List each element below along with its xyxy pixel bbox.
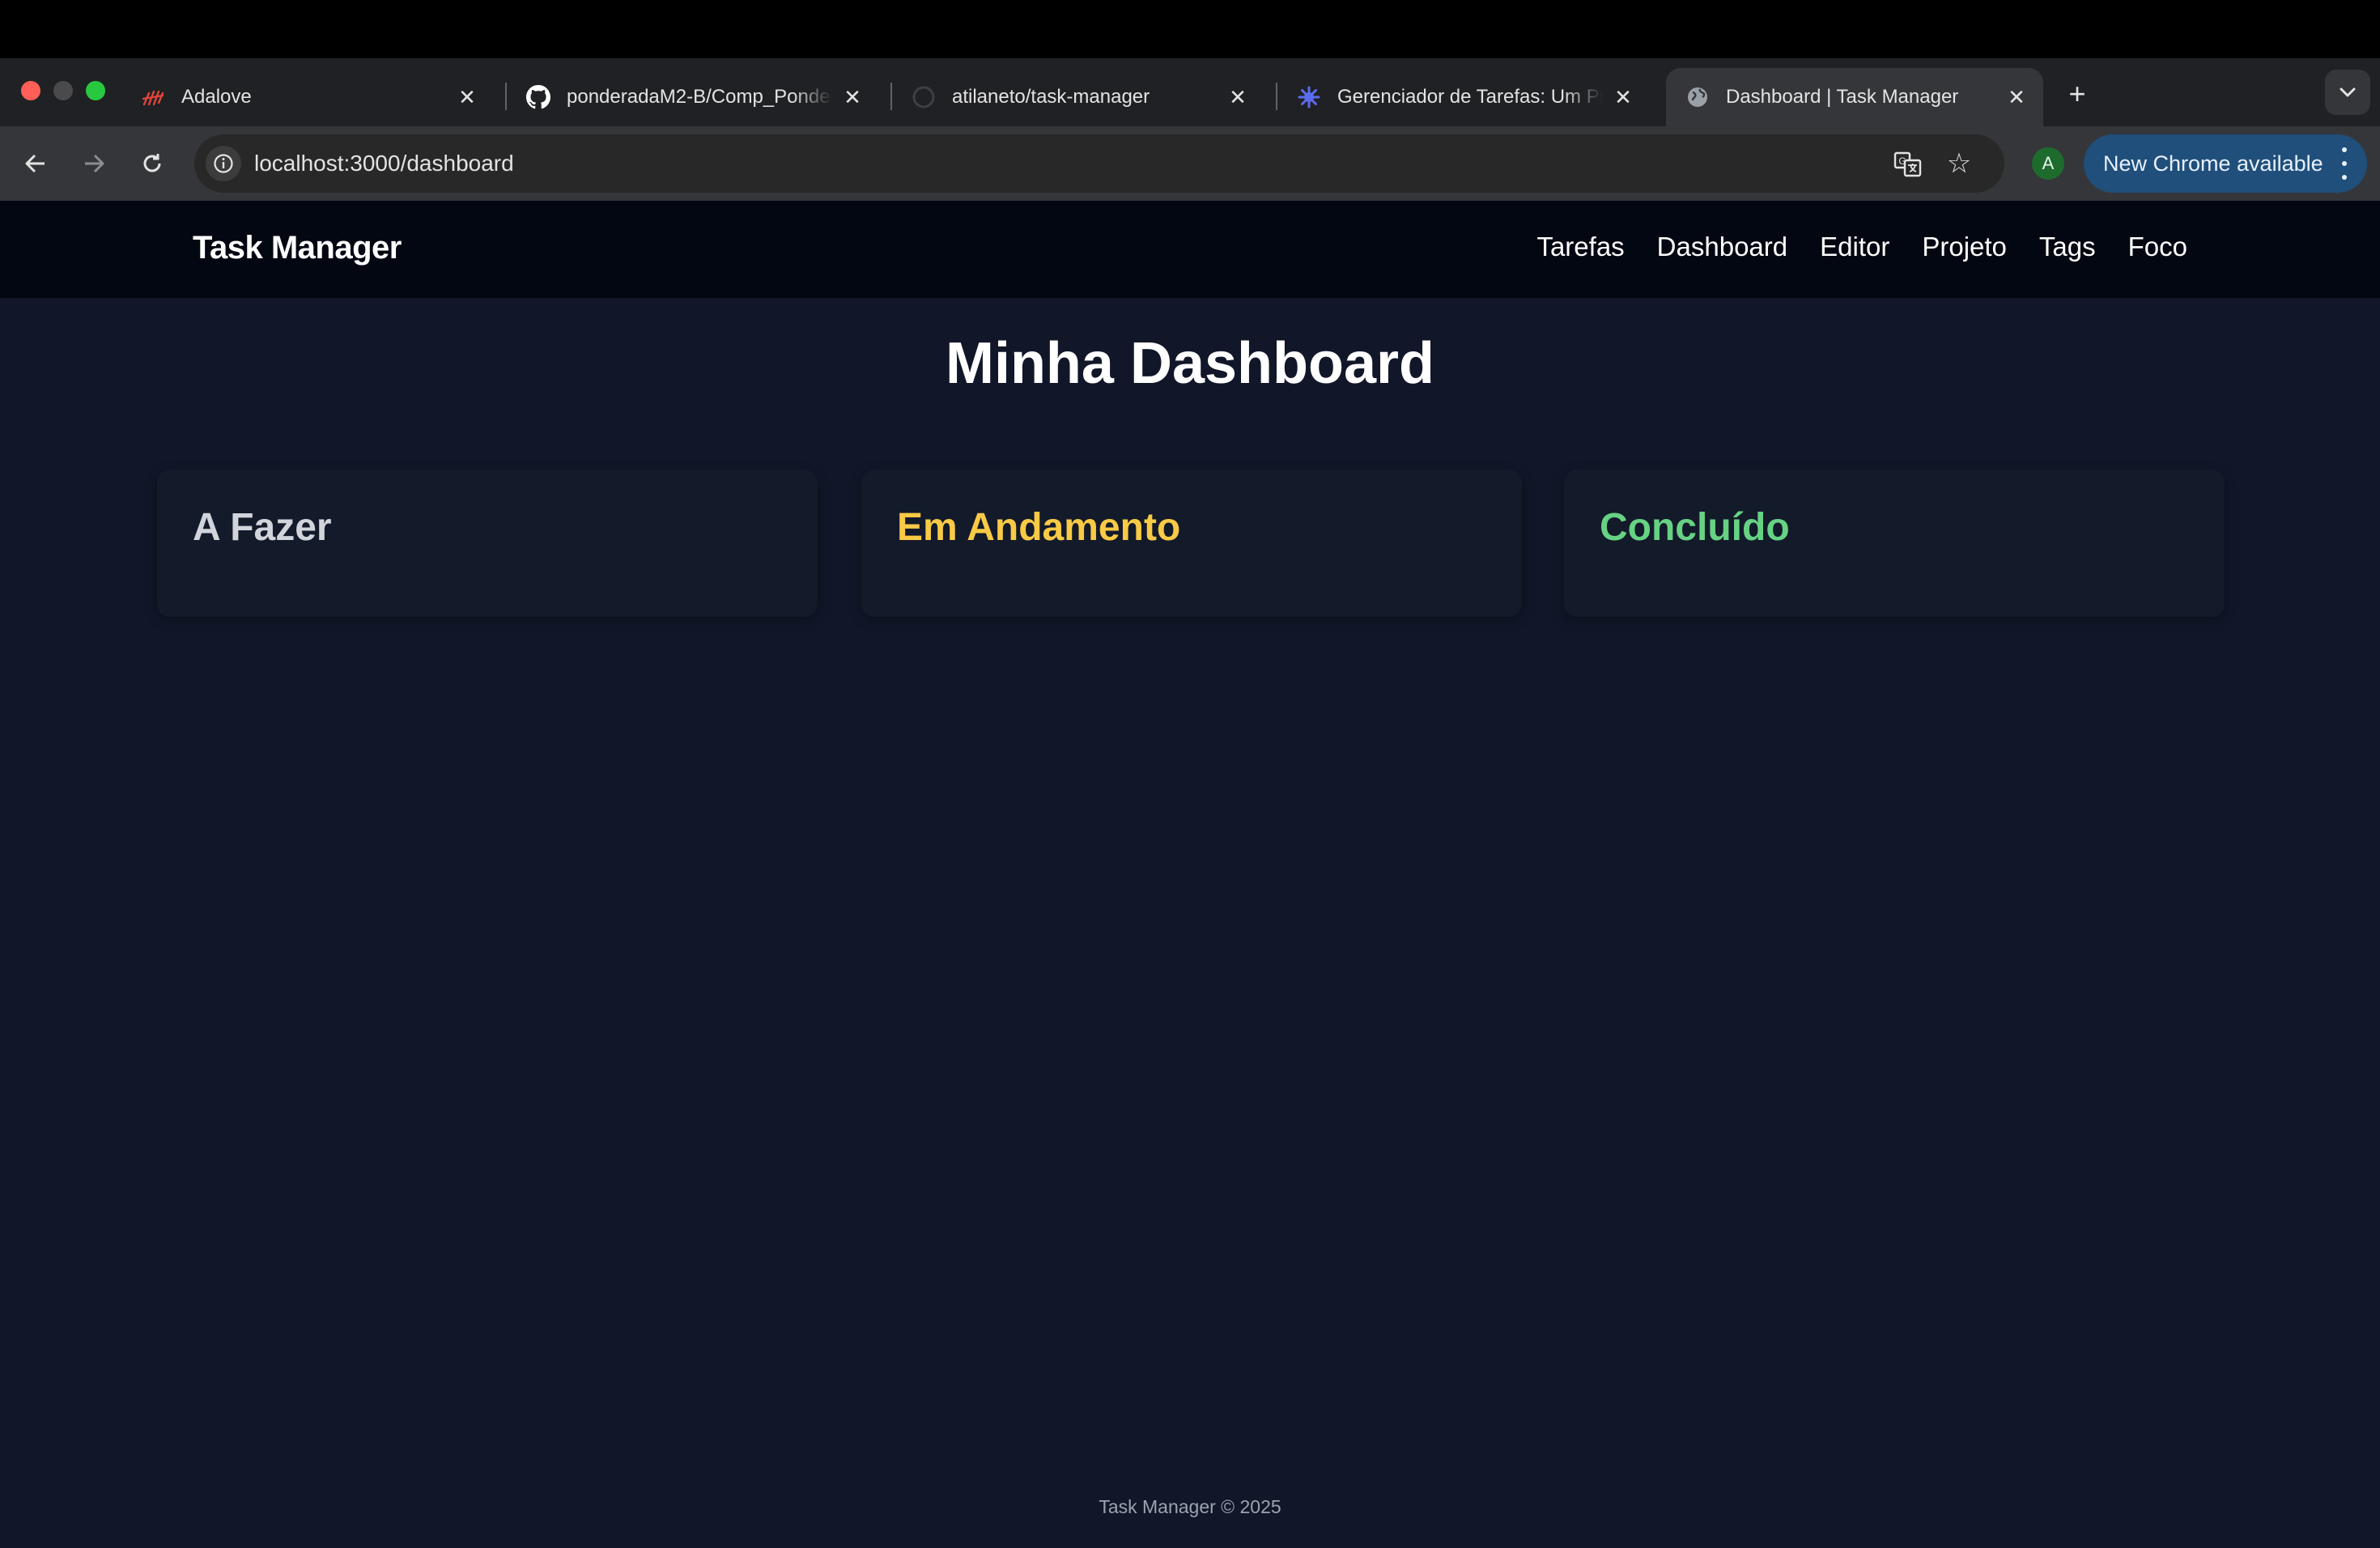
app-navbar: Task Manager Tarefas Dashboard Editor Pr…: [0, 201, 2380, 298]
tab-title: atilaneto/task-manager: [952, 86, 1150, 108]
close-window-button[interactable]: [21, 81, 40, 100]
profile-avatar[interactable]: A: [2032, 147, 2064, 180]
nav-link-foco[interactable]: Foco: [2128, 232, 2187, 262]
nav-link-editor[interactable]: Editor: [1820, 232, 1889, 262]
back-button[interactable]: [15, 142, 57, 185]
chevron-down-icon: [2340, 87, 2356, 97]
adalove-icon: [141, 85, 165, 109]
page-content: Task Manager Tarefas Dashboard Editor Pr…: [0, 201, 2380, 1548]
close-tab-icon[interactable]: ✕: [1611, 85, 1635, 109]
browser-tab[interactable]: ponderadaM2-B/Comp_Ponderada ✕: [507, 68, 879, 126]
page-footer: Task Manager © 2025: [1099, 1496, 1281, 1517]
tab-title: Gerenciador de Tarefas: Um Projeto: [1337, 86, 1603, 108]
address-bar[interactable]: localhost:3000/dashboard G ☆: [194, 134, 2004, 193]
github-icon: [526, 85, 550, 109]
tab-title: Adalove: [181, 86, 252, 108]
tab-title: ponderadaM2-B/Comp_Ponderada: [567, 86, 832, 108]
forward-button[interactable]: [73, 142, 115, 185]
app-brand[interactable]: Task Manager: [193, 230, 402, 266]
translate-icon[interactable]: G: [1893, 149, 1923, 180]
reload-button[interactable]: [131, 142, 173, 185]
arrow-right-icon: [85, 154, 104, 173]
github-icon: [912, 85, 936, 109]
nav-link-tarefas[interactable]: Tarefas: [1536, 232, 1624, 262]
reload-icon: [143, 154, 161, 172]
column-title: A Fazer: [193, 506, 332, 549]
browser-toolbar: localhost:3000/dashboard G ☆ A New Chrom…: [0, 126, 2380, 201]
update-label: New Chrome available: [2103, 151, 2323, 176]
system-menubar: [0, 0, 2380, 58]
browser-tabstrip: Adalove ✕ ponderadaM2-B/Comp_Ponderada ✕…: [0, 58, 2380, 126]
url-text[interactable]: localhost:3000/dashboard: [254, 151, 514, 176]
maximize-window-button[interactable]: [86, 81, 105, 100]
close-tab-icon[interactable]: ✕: [455, 85, 479, 109]
tab-search-button[interactable]: [2325, 70, 2370, 115]
browser-tab[interactable]: Gerenciador de Tarefas: Um Projeto ✕: [1277, 68, 1650, 126]
column-title: Concluído: [1600, 506, 1790, 549]
browser-tab[interactable]: atilaneto/task-manager ✕: [892, 68, 1264, 126]
nav-link-projeto[interactable]: Projeto: [1922, 232, 2007, 262]
nav-links: Tarefas Dashboard Editor Projeto Tags Fo…: [1536, 232, 2187, 262]
column-done: Concluído: [1564, 470, 2225, 617]
arrow-left-icon: [25, 154, 45, 173]
globe-icon: [1685, 85, 1710, 109]
page-title: Minha Dashboard: [945, 331, 1435, 396]
site-info-icon[interactable]: [206, 146, 241, 181]
new-tab-button[interactable]: +: [2061, 77, 2093, 110]
tab-title: Dashboard | Task Manager: [1726, 86, 1959, 108]
column-title: Em Andamento: [897, 506, 1181, 549]
column-in-progress: Em Andamento: [861, 470, 1522, 617]
close-tab-icon[interactable]: ✕: [2004, 85, 2029, 109]
close-tab-icon[interactable]: ✕: [1226, 85, 1250, 109]
browser-tab[interactable]: Adalove ✕: [121, 68, 494, 126]
nav-link-tags[interactable]: Tags: [2039, 232, 2096, 262]
nav-link-dashboard[interactable]: Dashboard: [1657, 232, 1787, 262]
close-tab-icon[interactable]: ✕: [840, 85, 865, 109]
bookmark-star-icon[interactable]: ☆: [1943, 147, 1975, 180]
gear-icon: [1297, 85, 1321, 109]
chrome-update-button[interactable]: New Chrome available: [2084, 134, 2367, 193]
browser-tab-active[interactable]: Dashboard | Task Manager ✕: [1666, 68, 2043, 126]
more-menu-icon[interactable]: [2340, 147, 2349, 180]
minimize-window-button[interactable]: [53, 81, 73, 100]
column-todo: A Fazer: [157, 470, 818, 617]
